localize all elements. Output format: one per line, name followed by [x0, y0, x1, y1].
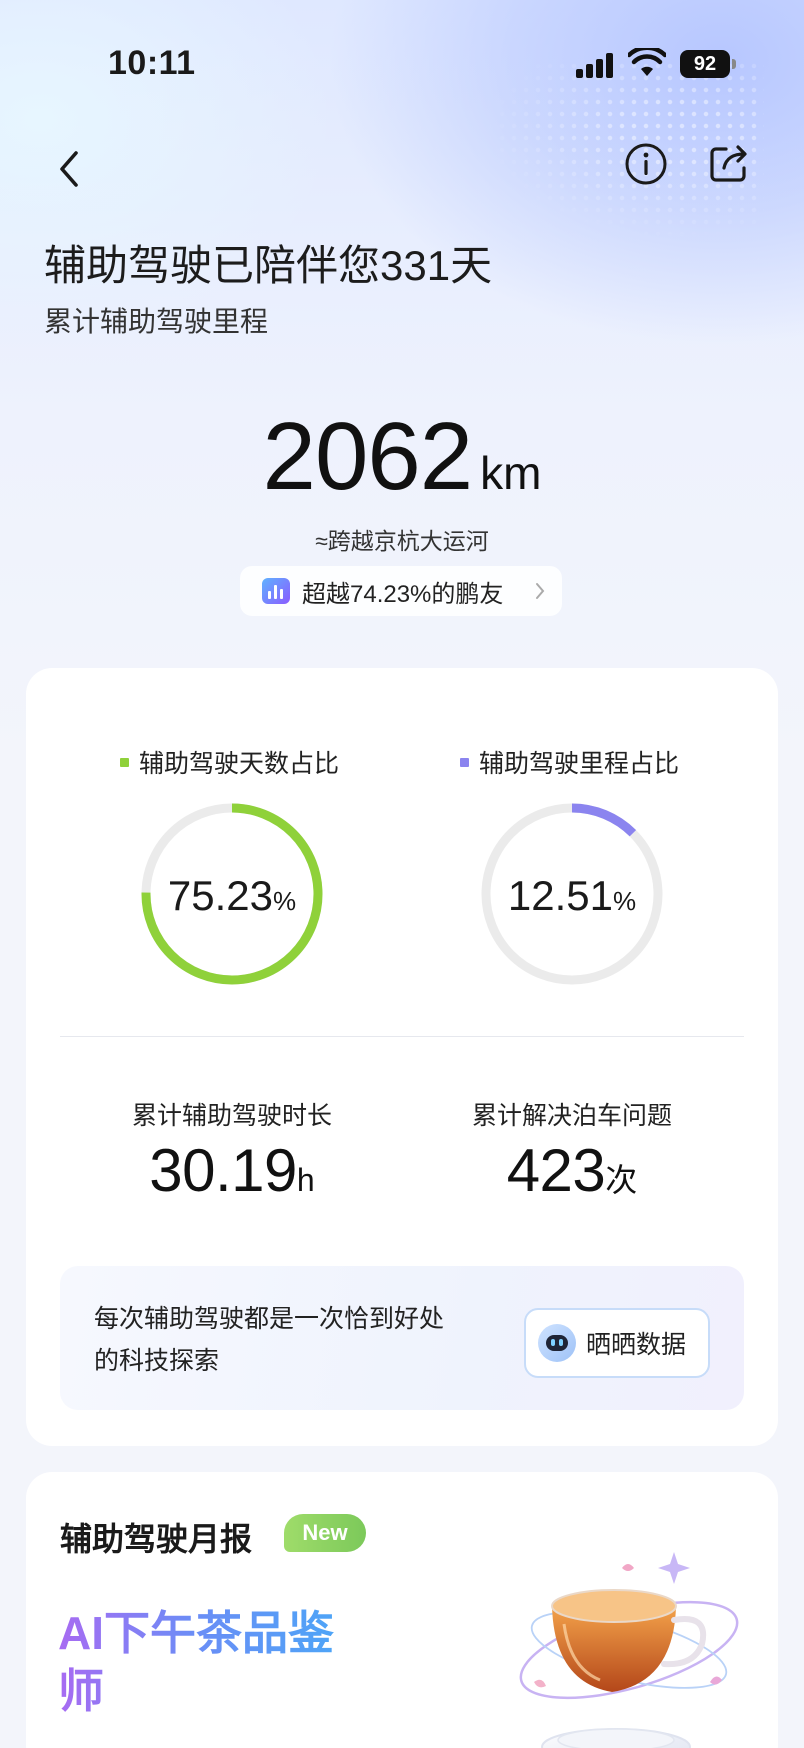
share-prompt-text: 每次辅助驾驶都是一次恰到好处的科技探索 — [94, 1305, 445, 1375]
teacup-illustration — [519, 1552, 739, 1748]
rank-text: 超越74.23%的鹏友 — [302, 580, 504, 608]
mileage-equivalent: ≈跨越京杭大运河 — [315, 528, 489, 554]
cellular-signal-icon — [576, 52, 616, 78]
mileage-ratio-value: 12.51% — [480, 872, 664, 920]
share-icon[interactable] — [706, 140, 752, 186]
mileage-subtitle: 累计辅助驾驶里程 — [44, 306, 269, 337]
days-ratio-value: 75.23% — [140, 872, 324, 920]
days-ratio-label: 辅助驾驶天数占比 — [139, 750, 340, 778]
duration-number: 30.19 — [149, 1137, 297, 1204]
mileage-unit: km — [480, 447, 542, 499]
mileage-ratio-legend: 辅助驾驶里程占比 — [460, 744, 679, 780]
back-arrow-icon[interactable] — [50, 145, 90, 195]
parking-value: 423次 — [422, 1136, 722, 1205]
info-icon[interactable] — [624, 142, 668, 186]
mileage-legend-swatch — [460, 757, 469, 767]
bar-chart-icon — [262, 578, 290, 604]
share-data-button[interactable]: 晒晒数据 — [524, 1308, 710, 1378]
days-ratio-unit: % — [272, 886, 297, 916]
status-time: 10:11 — [108, 44, 196, 82]
mileage-ratio-unit: % — [612, 886, 637, 916]
share-prompt-box: 每次辅助驾驶都是一次恰到好处的科技探索 晒晒数据 — [60, 1266, 744, 1410]
monthly-report-title: 辅助驾驶月报 — [60, 1521, 253, 1557]
days-ratio-legend: 辅助驾驶天数占比 — [120, 744, 339, 780]
robot-avatar-icon — [538, 1324, 576, 1362]
rank-comparison-button[interactable]: 超越74.23%的鹏友 — [240, 566, 562, 616]
parking-number: 423 — [506, 1137, 606, 1204]
monthly-report-card[interactable]: 辅助驾驶月报 New AI下午茶品鉴师 — [26, 1472, 778, 1748]
companion-days-headline: 辅助驾驶已陪伴您331天 — [44, 242, 493, 289]
duration-value: 30.19h — [82, 1136, 382, 1205]
days-ratio-number: 75.23 — [167, 872, 273, 919]
wifi-icon — [628, 48, 666, 76]
new-badge: New — [284, 1514, 366, 1552]
battery-tip — [732, 59, 736, 69]
parking-unit: 次 — [605, 1162, 638, 1198]
share-data-button-label: 晒晒数据 — [586, 1331, 687, 1359]
mileage-ratio-number: 12.51 — [507, 872, 613, 919]
duration-unit: h — [296, 1162, 315, 1198]
battery-icon: 92 — [680, 50, 730, 78]
stats-card: 辅助驾驶天数占比 辅助驾驶里程占比 75.23% 12.51% 累计辅助驾驶时长… — [26, 668, 778, 1446]
mileage-value: 2062 — [262, 403, 474, 510]
card-divider — [60, 1036, 744, 1037]
parking-label: 累计解决泊车问题 — [471, 1102, 672, 1130]
monthly-report-headline: AI下午茶品鉴师 — [58, 1604, 358, 1720]
status-bar: 10:11 92 — [0, 0, 804, 130]
chevron-right-icon — [536, 583, 545, 599]
duration-label: 累计辅助驾驶时长 — [131, 1102, 332, 1130]
total-mileage: 2062 km — [0, 402, 804, 512]
mileage-ratio-label: 辅助驾驶里程占比 — [479, 750, 680, 778]
days-legend-swatch — [120, 757, 129, 767]
